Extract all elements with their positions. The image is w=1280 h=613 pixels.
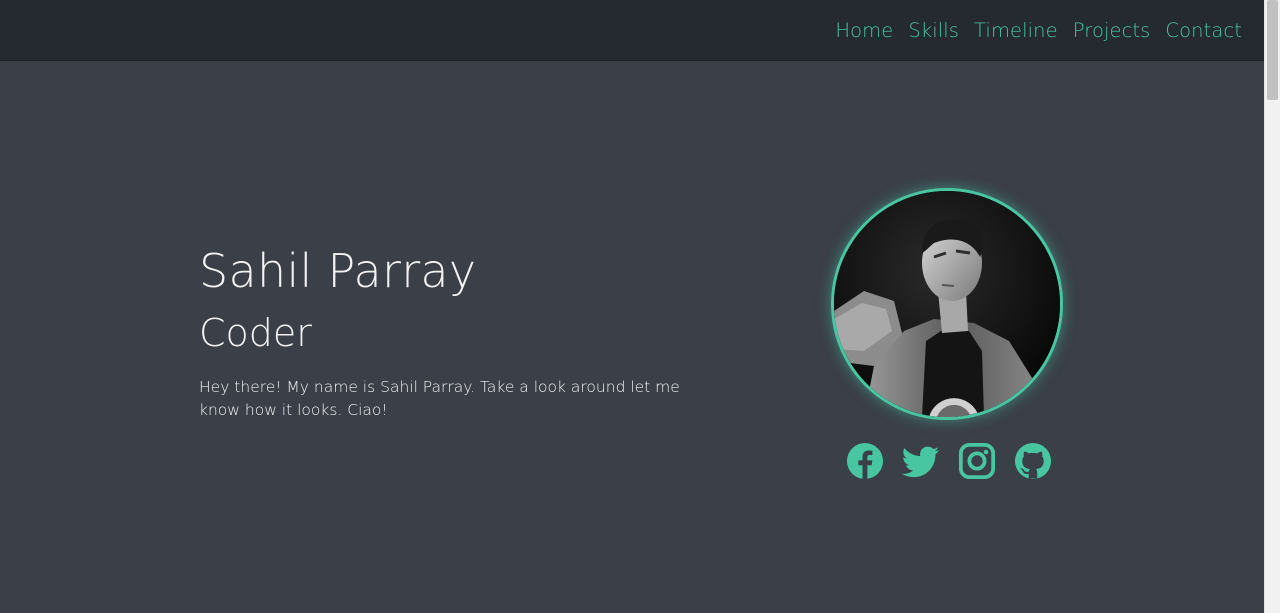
scrollbar[interactable] xyxy=(1264,0,1280,613)
nav-link-contact[interactable]: Contact xyxy=(1165,19,1242,42)
nav-link-timeline[interactable]: Timeline xyxy=(974,19,1058,42)
social-links xyxy=(846,442,1052,480)
scrollbar-thumb[interactable] xyxy=(1267,0,1278,100)
nav-link-skills[interactable]: Skills xyxy=(908,19,959,42)
hero-text: Sahil Parray Coder Hey there! My name is… xyxy=(199,240,719,422)
hero-name: Sahil Parray xyxy=(199,244,477,298)
instagram-icon[interactable] xyxy=(958,442,996,480)
hero-role: Coder xyxy=(199,311,312,355)
nav-links: Home Skills Timeline Projects Contact xyxy=(835,0,1242,61)
facebook-icon[interactable] xyxy=(846,442,884,480)
twitter-icon[interactable] xyxy=(902,442,940,480)
nav-link-home[interactable]: Home xyxy=(835,19,893,42)
avatar-photo xyxy=(834,191,1060,417)
avatar xyxy=(831,188,1063,420)
hero-intro: Hey there! My name is Sahil Parray. Take… xyxy=(199,378,680,419)
page: Home Skills Timeline Projects Contact Sa… xyxy=(0,0,1280,613)
nav-link-projects[interactable]: Projects xyxy=(1073,19,1151,42)
github-icon[interactable] xyxy=(1014,442,1052,480)
navbar: Home Skills Timeline Projects Contact xyxy=(0,0,1264,61)
